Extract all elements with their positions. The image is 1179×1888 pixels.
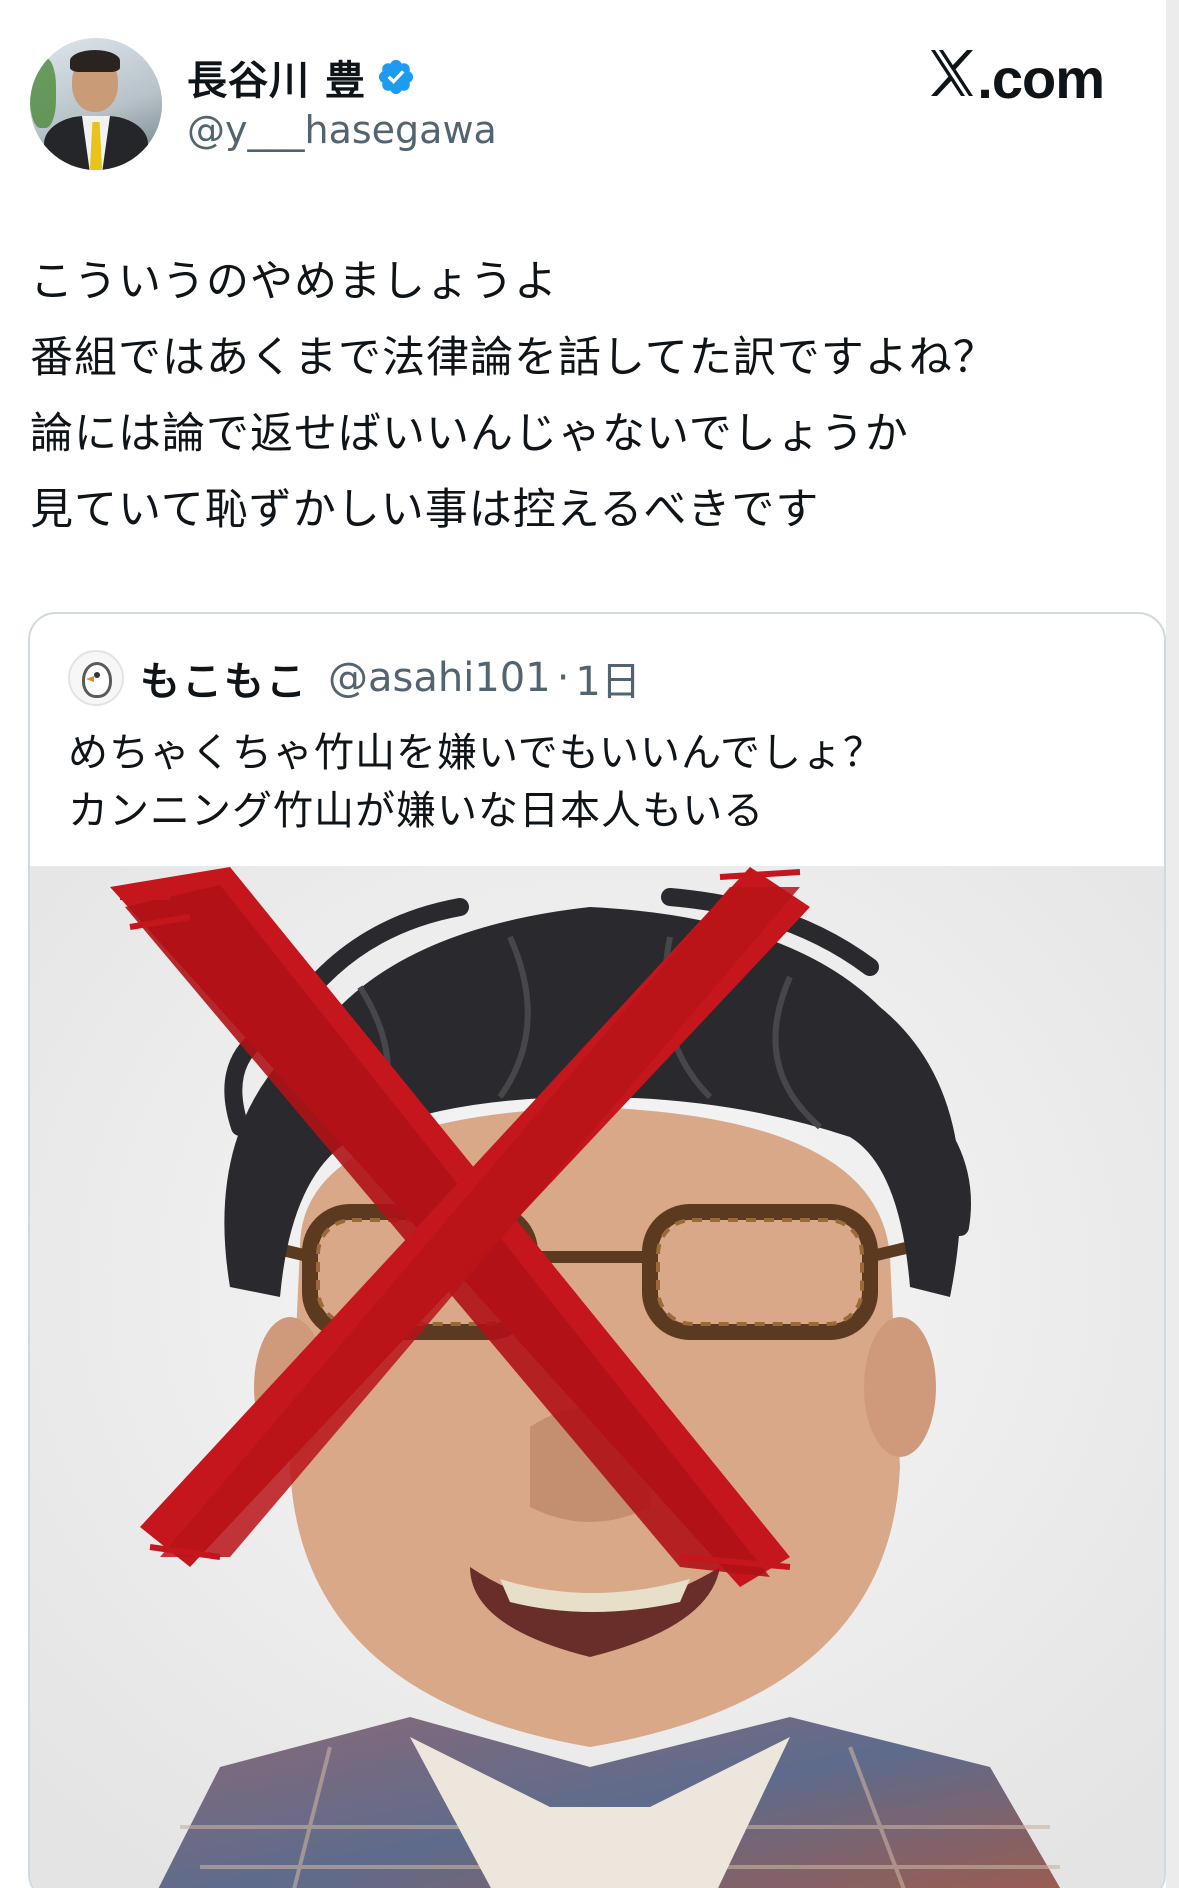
quoted-timestamp[interactable]: 1日	[575, 649, 640, 707]
right-edge-strip	[1166, 0, 1179, 1888]
tweet-line: 論には論で返せばいいんじゃないでしょうか	[30, 409, 909, 459]
author-avatar[interactable]	[30, 38, 162, 170]
x-com-suffix: .com	[977, 47, 1105, 110]
quoted-line: めちゃくちゃ竹山を嫌いでもいいんでしょ？	[68, 730, 884, 776]
tweet-line: 番組ではあくまで法律論を話してた訳ですよね？	[30, 333, 997, 383]
meta-separator: ·	[556, 655, 570, 701]
quoted-author-handle[interactable]: @asahi101	[328, 655, 551, 701]
x-com-logo: .com	[929, 46, 1105, 111]
quoted-author-name[interactable]: もこもこ	[140, 649, 308, 707]
quoted-tweet-card[interactable]: もこもこ @asahi101 · 1日 めちゃくちゃ竹山を嫌いでもいいんでしょ？…	[28, 612, 1166, 1888]
author-handle[interactable]: @y___hasegawa	[187, 108, 497, 152]
quoted-author-avatar[interactable]	[68, 650, 124, 706]
quoted-line: カンニング竹山が嫌いな日本人もいる	[68, 788, 765, 834]
quoted-tweet-image[interactable]	[30, 866, 1164, 1888]
x-logo-icon	[929, 48, 975, 98]
tweet-body: こういうのやめましょうよ 番組ではあくまで法律論を話してた訳ですよね？ 論には論…	[30, 244, 1150, 548]
author-name-row: 長谷川 豊	[187, 52, 416, 104]
verified-badge-icon	[376, 57, 416, 97]
tweet-header: 長谷川 豊 @y___hasegawa .com	[0, 0, 1166, 200]
quoted-tweet-header: もこもこ @asahi101 · 1日	[68, 650, 641, 706]
tweet-line: 見ていて恥ずかしい事は控えるべきです	[30, 485, 820, 535]
author-display-name[interactable]: 長谷川 豊	[187, 48, 366, 106]
tweet-line: こういうのやめましょうよ	[30, 257, 558, 307]
quoted-tweet-body: めちゃくちゃ竹山を嫌いでもいいんでしょ？ カンニング竹山が嫌いな日本人もいる	[68, 724, 1148, 840]
